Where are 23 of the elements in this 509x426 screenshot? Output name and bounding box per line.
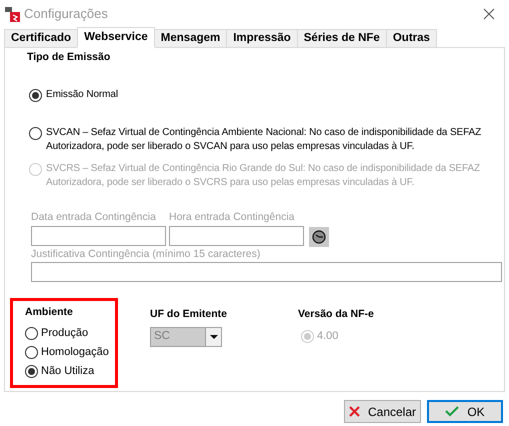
tab[interactable]: Certificado	[4, 29, 78, 48]
group-title: Versão da NF-e	[298, 307, 374, 322]
radio-label: SVCRS – Sefaz Virtual de Contingência Rio Grande do Sul: No caso de indisponibilidade da SEFAZ Autorizadora, pode ser liberado o SVCRS para uso pelas empresas vinculadas à UF.	[46, 162, 482, 190]
tab[interactable]: Outras	[386, 29, 437, 48]
group-title: UF do Emitente	[150, 307, 228, 322]
window-title: Configurações	[24, 4, 109, 23]
group-title: Ambiente	[25, 305, 74, 320]
ok-button[interactable]: OK	[427, 400, 503, 423]
cancel-button[interactable]: Cancelar	[344, 400, 421, 423]
section-title: Tipo de Emissão	[27, 50, 112, 65]
radio-label: 4.00	[317, 329, 338, 344]
tab[interactable]: Mensagem	[154, 29, 228, 48]
radio-label: SVCAN – Sefaz Virtual de Contingência Ambiente Nacional: No caso de indisponibilidade da SEFAZ Autorizadora, pode ser liberado o SVCAN para uso pelas empresas vinculadas à UF.	[46, 126, 482, 154]
field-label: Hora entrada Contingência	[169, 210, 296, 225]
tab[interactable]: Impressão	[226, 29, 298, 48]
field-label: Data entrada Contingência	[31, 210, 157, 225]
tab[interactable]: Webservice	[77, 27, 155, 48]
radio-label: Emissão Normal	[46, 88, 118, 102]
radio-label: Não Utiliza	[41, 364, 94, 378]
radio-label: Homologação	[41, 345, 109, 359]
field-label: Justificativa Contingência (mínimo 15 caracteres)	[31, 246, 262, 262]
tab[interactable]: Séries de NFe	[296, 29, 387, 48]
radio-label: Produção	[41, 326, 88, 340]
